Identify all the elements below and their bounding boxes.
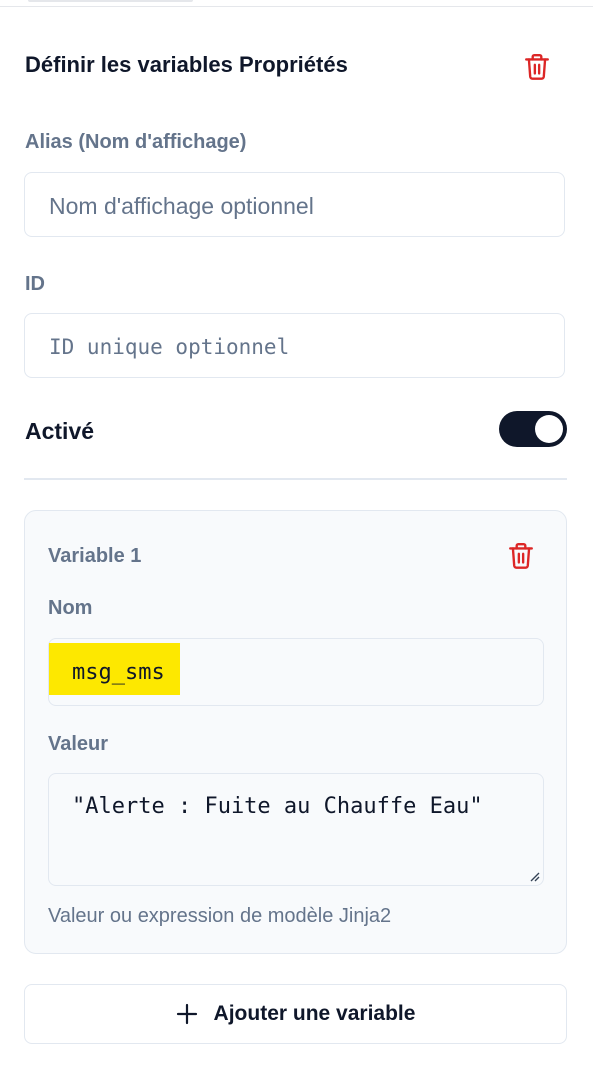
trash-icon [525,53,549,80]
top-bar [0,0,593,7]
variable-name-input[interactable]: msg_sms [48,638,544,706]
resize-handle-icon[interactable] [528,870,540,882]
alias-label: Alias (Nom d'affichage) [25,131,247,153]
delete-panel-button[interactable] [524,53,550,81]
enabled-toggle[interactable] [499,411,567,447]
id-input[interactable]: ID unique optionnel [24,313,565,378]
panel-title: Définir les variables Propriétés [25,52,348,77]
alias-placeholder: Nom d'affichage optionnel [49,193,314,219]
variable-value-textarea[interactable]: "Alerte : Fuite au Chauffe Eau" [48,773,544,886]
plus-icon [176,1003,197,1025]
variable-value-label: Valeur [48,733,109,755]
divider [24,478,567,480]
id-label: ID [25,273,45,295]
variable-card [24,510,567,954]
id-placeholder: ID unique optionnel [49,335,290,359]
add-variable-label: Ajouter une variable [213,1002,416,1025]
trash-icon [509,542,533,569]
enabled-label: Activé [25,418,95,444]
delete-variable-button[interactable] [508,542,534,570]
variable-name-value: msg_sms [72,660,165,685]
variable-title: Variable 1 [48,545,142,567]
toggle-knob [535,415,563,443]
variable-hint: Valeur ou expression de modèle Jinja2 [48,905,392,927]
alias-input[interactable]: Nom d'affichage optionnel [24,172,565,237]
add-variable-button[interactable]: Ajouter une variable [24,984,567,1044]
variable-value-text: "Alerte : Fuite au Chauffe Eau" [72,794,483,819]
top-tab-indicator [28,0,193,2]
variable-name-label: Nom [48,597,93,619]
